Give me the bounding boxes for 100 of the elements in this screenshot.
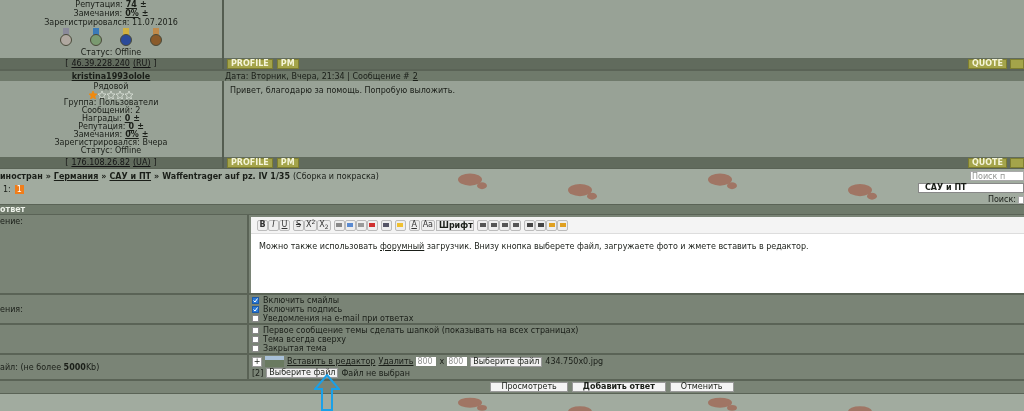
- checkbox-label: Закрытая тема: [263, 344, 327, 353]
- no-file-text: Файл не выбран: [341, 368, 410, 378]
- file-index: [2]: [252, 368, 264, 378]
- rust-stain-drawing: [568, 183, 597, 200]
- medal-icon: [120, 28, 132, 46]
- checkbox-label: Включить смайлы: [263, 296, 339, 305]
- rust-stain-drawing: [458, 173, 487, 190]
- breadcrumb-link[interactable]: Waffentrager auf pz. IV 1/35: [162, 172, 290, 181]
- times-sign: x: [439, 357, 445, 366]
- post-number-link[interactable]: 2: [412, 71, 418, 81]
- post-action-button[interactable]: [1010, 157, 1024, 168]
- format-button[interactable]: X$^{2}$: [304, 219, 318, 231]
- rust-stain-drawing: [848, 406, 872, 411]
- vote-link[interactable]: ±: [141, 9, 149, 18]
- pages-label: 1:: [3, 185, 11, 194]
- checkbox[interactable]: [252, 336, 259, 343]
- checkbox-label: Уведомления на e-mail при ответах: [263, 314, 414, 323]
- forum-select[interactable]: САУ и ПТ: [918, 183, 1024, 193]
- message-text: Можно также использовать форумный загрузчик. Внизу кнопка выберете файл, загружаете фото и жмете вставить в редактор.: [258, 241, 810, 253]
- search-input[interactable]: [1018, 195, 1024, 204]
- search-field[interactable]: Поиск п: [970, 171, 1024, 181]
- medal-icon: [150, 28, 162, 46]
- checkbox-label: Тема всегда сверху: [263, 335, 347, 344]
- rust-stain-drawing: [848, 183, 877, 200]
- file-name: 434.750x0.jpg: [545, 357, 604, 366]
- text-color-button[interactable]: A: [408, 219, 420, 231]
- medal-icon: [90, 28, 102, 46]
- breadcrumb-note: (Сборка и покраска): [292, 172, 379, 181]
- checkbox[interactable]: [252, 297, 259, 304]
- user-info-value[interactable]: 0: [124, 115, 131, 123]
- bracket: ]: [153, 58, 157, 69]
- bracket: ]: [153, 157, 157, 168]
- rust-stain-drawing: [458, 397, 487, 411]
- form-button[interactable]: Отменить: [669, 382, 734, 392]
- section-title: ответ: [0, 205, 26, 214]
- choose-file-button[interactable]: Выберите файл: [266, 368, 339, 378]
- user-rank: Рядовой: [93, 83, 129, 91]
- country-link[interactable]: (RU): [132, 58, 151, 69]
- height-field[interactable]: 800: [447, 357, 468, 366]
- user-status: Статус: Offline: [80, 48, 142, 57]
- checkbox[interactable]: [252, 306, 259, 313]
- user-info-label: Замечания:: [73, 131, 123, 139]
- user-info-label: Зарегистрировался: 11.07.2016: [44, 18, 178, 27]
- checkbox-label: Включить подпись: [263, 305, 343, 314]
- user-info-label: Награды:: [82, 115, 122, 123]
- vote-link[interactable]: ±: [141, 131, 149, 139]
- form-button[interactable]: Просмотреть: [490, 382, 568, 392]
- format-button[interactable]: B: [257, 219, 268, 231]
- field-label: ение:: [0, 217, 23, 226]
- insert-link[interactable]: Вставить в редактор: [287, 357, 376, 366]
- checkbox[interactable]: [252, 327, 259, 334]
- medal-icon: [60, 28, 72, 46]
- username-link[interactable]: kristina1993olole: [71, 71, 151, 81]
- format-button[interactable]: I: [268, 219, 279, 231]
- add-file-button[interactable]: +: [252, 356, 262, 367]
- ip-link[interactable]: 176.108.26.82: [71, 157, 130, 168]
- user-status: Статус: Offline: [80, 147, 142, 155]
- rust-stain-drawing: [708, 173, 737, 190]
- post-text: Привет, благодарю за помощь. Попробую выложить.: [230, 87, 457, 95]
- user-info-label: Сообщений: 2: [81, 107, 141, 115]
- checkbox[interactable]: [252, 345, 259, 352]
- bracket: [: [65, 157, 69, 168]
- breadcrumb-link[interactable]: САУ и ПТ: [109, 172, 152, 181]
- user-info-label: Зарегистрировался: Вчера: [54, 139, 168, 147]
- breadcrumb-separator: »: [154, 172, 160, 181]
- post-action-button[interactable]: [1010, 58, 1024, 69]
- ip-link[interactable]: 46.39.228.240: [71, 58, 130, 69]
- user-info-label: Замечания:: [73, 9, 123, 18]
- post-date: Дата: Вторник, Вчера, 21:34 | Сообщение #: [225, 71, 410, 81]
- choose-file-button[interactable]: Выберите файл: [470, 356, 543, 367]
- form-button[interactable]: Добавить ответ: [571, 382, 666, 392]
- checkbox-label: Первое сообщение темы сделать шапкой (показывать на всех страницах): [263, 326, 579, 335]
- delete-link[interactable]: Удалить: [378, 357, 414, 366]
- breadcrumb-separator: »: [101, 172, 107, 181]
- rust-stain-drawing: [708, 397, 737, 411]
- user-info-value[interactable]: 0: [128, 123, 135, 131]
- width-field[interactable]: 800: [416, 357, 437, 366]
- vote-link[interactable]: ±: [133, 115, 140, 123]
- country-link[interactable]: (UA): [132, 157, 151, 168]
- breadcrumb-link[interactable]: иностран: [0, 172, 43, 181]
- vote-link[interactable]: ±: [139, 0, 147, 9]
- user-info-value[interactable]: 0%: [125, 131, 139, 139]
- user-info-value[interactable]: 0%: [125, 9, 139, 18]
- font-select[interactable]: Шрифт: [436, 219, 474, 231]
- user-info-value[interactable]: 74: [125, 0, 137, 9]
- breadcrumb-separator: »: [45, 172, 51, 181]
- vote-link[interactable]: ±: [137, 123, 144, 131]
- bracket: [: [65, 58, 69, 69]
- field-label: айл: (не более 5000Kb): [0, 362, 100, 372]
- user-info-label: Группа: Пользователи: [63, 99, 159, 107]
- format-button[interactable]: X$_{2}$: [317, 219, 331, 231]
- forum-link[interactable]: форумный: [380, 242, 425, 251]
- breadcrumb-link[interactable]: Германия: [53, 172, 99, 181]
- user-info-label: Репутация:: [78, 123, 126, 131]
- checkbox[interactable]: [252, 315, 259, 322]
- rust-stain-drawing: [568, 406, 592, 411]
- field-label: ения:: [0, 304, 23, 314]
- font-size-button[interactable]: Aa: [420, 219, 435, 231]
- photo-placeholder: [265, 356, 284, 367]
- format-button[interactable]: U: [279, 219, 290, 231]
